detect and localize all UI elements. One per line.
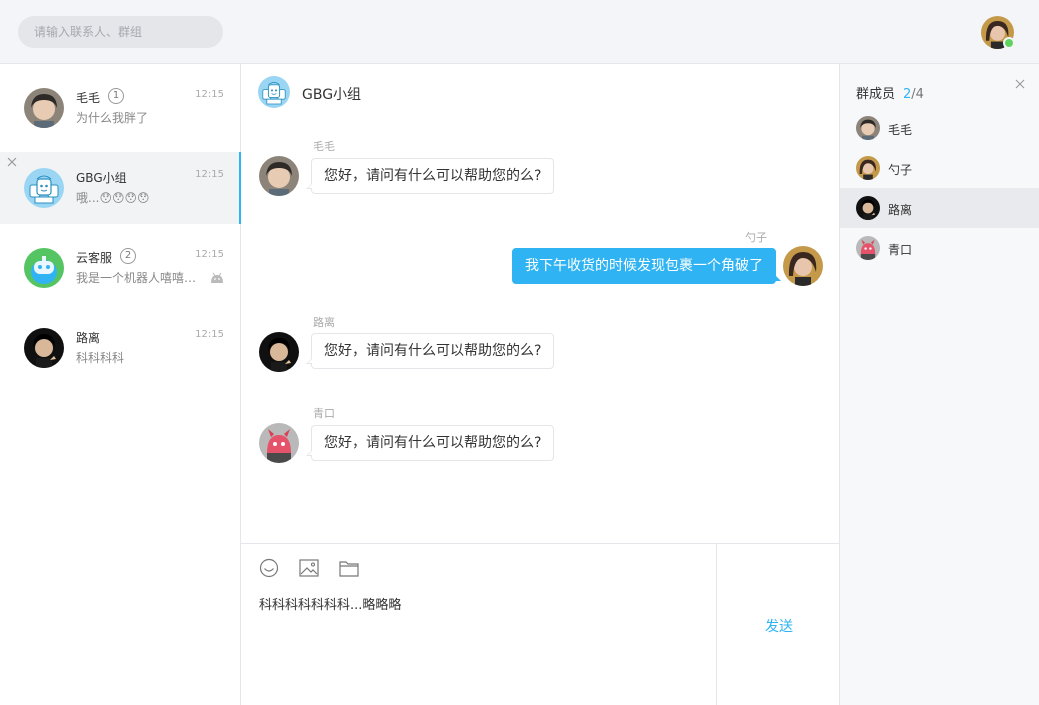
dark-avatar [24,328,64,368]
member-item[interactable]: 路离 [840,188,1039,228]
members-title: 群成员 [856,87,896,102]
member-item[interactable]: 青口 [840,228,1039,268]
member-name: 勺子 [888,163,913,177]
conversation-item-gbg[interactable]: GBG小组 12:15 哦...😯😯😯😯 [0,152,242,224]
boy-avatar [24,88,64,128]
message-bubble: 您好，请问有什么可以帮助您的么? [305,333,555,369]
sender-avatar[interactable] [783,246,823,286]
group-robots-avatar [24,168,64,208]
conversation-preview: 我是一个机器人嘻嘻… [76,271,197,285]
send-area: 发送 [717,543,839,705]
members-header: 群成员 2/4 [856,83,924,102]
my-avatar[interactable] [981,16,1015,49]
chat-panel: GBG小组 毛毛 您好，请问有什么可以帮助您的么? 勺子 我下午收货的时候发现包… [241,64,839,543]
message-sender: 勺子 [745,231,767,244]
unread-badge: 1 [108,88,124,104]
emoji-icon[interactable] [258,558,280,578]
conversation-name: 路离 [76,331,101,345]
android-icon [211,272,223,283]
message-bubble-outgoing: 我下午收货的时候发现包裹一个角破了 [512,248,781,284]
sender-avatar[interactable] [259,156,299,196]
total-member-count: /4 [911,87,924,102]
sender-avatar[interactable] [259,332,299,372]
chat-title: GBG小组 [302,87,362,103]
conversation-time: 12:15 [195,169,224,180]
group-avatar [258,76,290,108]
message-bubble: 您好，请问有什么可以帮助您的么? [305,158,555,194]
member-avatar [856,116,880,140]
member-item[interactable]: 毛毛 [840,108,1039,148]
message-sender: 毛毛 [313,140,335,153]
member-name: 毛毛 [888,123,913,137]
message-sender: 路离 [313,316,335,329]
conversation-time: 12:15 [195,329,224,340]
folder-icon[interactable] [338,558,360,578]
close-icon[interactable] [1015,79,1025,89]
message-input[interactable]: 科科科科科科科...略略略 [259,594,401,613]
conversation-preview: 科科科科 [76,351,125,365]
conversation-preview: 为什么我胖了 [76,111,149,125]
close-icon[interactable] [6,156,18,168]
message-sender: 青口 [313,407,335,420]
member-name: 路离 [888,203,913,217]
conversation-item-kefu[interactable]: 云客服 2 12:15 我是一个机器人嘻嘻… [0,232,241,304]
conversation-item-maomao[interactable]: 毛毛 1 12:15 为什么我胖了 [0,72,241,144]
member-name: 青口 [888,243,913,257]
member-avatar [856,236,880,260]
sender-avatar[interactable] [259,423,299,463]
message-bubble: 您好，请问有什么可以帮助您的么? [305,425,555,461]
image-icon[interactable] [298,558,320,578]
top-header: 请输入联系人、群组 [0,0,1039,64]
unread-badge: 2 [120,248,136,264]
member-avatar [856,156,880,180]
member-avatar [856,196,880,220]
member-item[interactable]: 勺子 [840,148,1039,188]
group-members-panel: 群成员 2/4 毛毛 勺子 路离 青口 [839,64,1039,705]
conversation-time: 12:15 [195,249,224,260]
online-status-dot [1003,37,1015,49]
send-button[interactable]: 发送 [765,616,793,636]
conversation-name: 毛毛 [76,91,101,105]
robot-avatar [24,248,64,288]
conversation-name: GBG小组 [76,171,127,185]
conversation-name: 云客服 [76,251,113,265]
conversation-item-luli[interactable]: 路离 12:15 科科科科 [0,312,241,384]
message-composer: 科科科科科科科...略略略 [241,543,717,705]
search-input[interactable]: 请输入联系人、群组 [18,16,223,48]
conversation-preview: 哦...😯😯😯😯 [76,191,150,205]
conversation-list: 毛毛 1 12:15 为什么我胖了 GBG小组 12:15 哦...😯😯😯😯 云… [0,64,242,705]
conversation-time: 12:15 [195,89,224,100]
